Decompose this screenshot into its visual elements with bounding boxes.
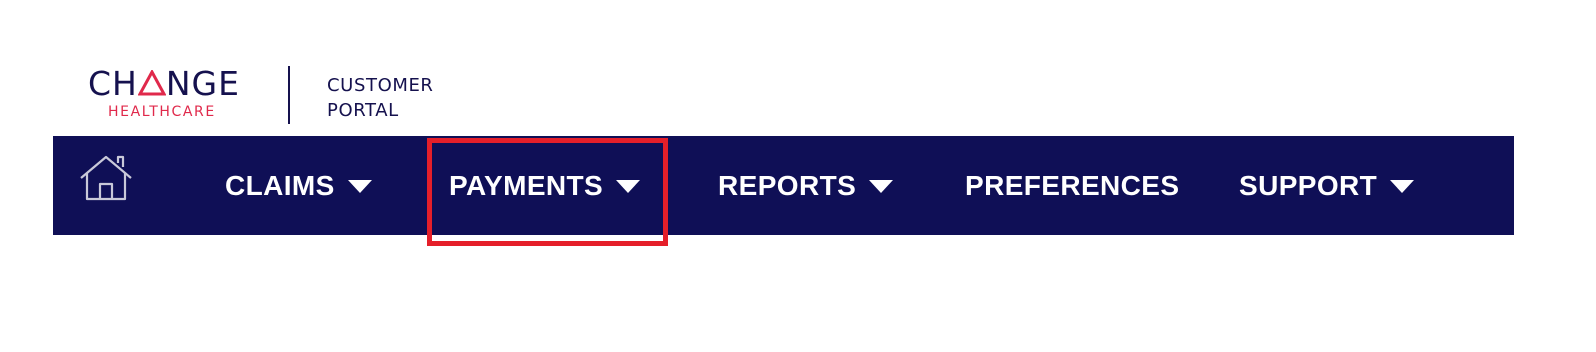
nav-payments-label: PAYMENTS — [449, 169, 604, 201]
home-button[interactable] — [78, 152, 134, 202]
nav-preferences-label: PREFERENCES — [965, 169, 1180, 201]
nav-support[interactable]: SUPPORT — [1239, 136, 1415, 235]
portal-title-line2: PORTAL — [327, 100, 399, 121]
chevron-down-icon — [869, 180, 894, 193]
brand-wordmark: CH NGE — [88, 64, 240, 103]
nav-claims[interactable]: CLAIMS — [225, 136, 372, 235]
chevron-down-icon — [616, 180, 641, 193]
nav-payments[interactable]: PAYMENTS — [449, 136, 641, 235]
nav-reports-label: REPORTS — [718, 169, 857, 201]
nav-claims-label: CLAIMS — [225, 169, 335, 201]
nav-reports[interactable]: REPORTS — [718, 136, 894, 235]
triangle-a-icon — [137, 70, 166, 96]
nav-support-label: SUPPORT — [1239, 169, 1378, 201]
chevron-down-icon — [347, 180, 372, 193]
logo-divider — [288, 66, 290, 124]
nav-preferences[interactable]: PREFERENCES — [965, 136, 1179, 235]
portal-title: CUSTOMER PORTAL — [327, 73, 434, 123]
portal-title-line1: CUSTOMER — [327, 75, 434, 96]
main-nav: CLAIMS PAYMENTS REPORTS PREFERENCES SUPP… — [53, 136, 1514, 235]
home-icon — [80, 155, 132, 201]
chevron-down-icon — [1390, 180, 1415, 193]
brand-subtitle: HEALTHCARE — [108, 104, 216, 120]
